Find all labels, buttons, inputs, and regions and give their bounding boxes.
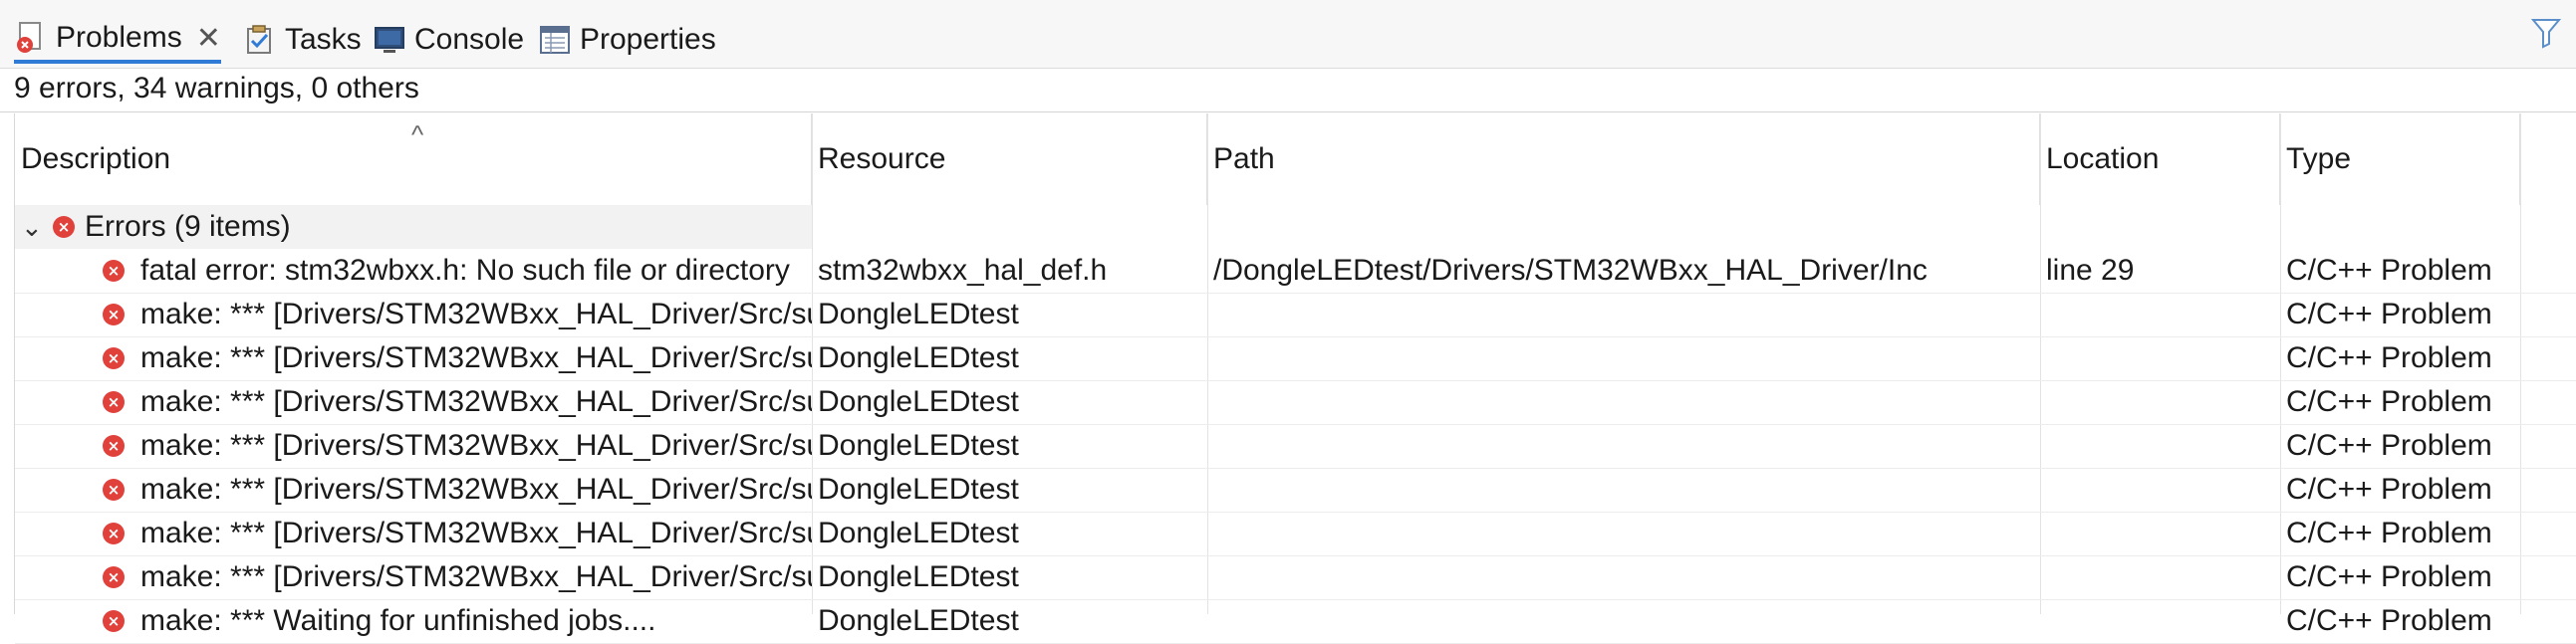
divider xyxy=(0,111,2576,112)
cell-location xyxy=(2040,468,2280,512)
group-row-errors[interactable]: ⌄ × Errors (9 items) xyxy=(15,205,812,249)
tab-label: Properties xyxy=(580,23,716,56)
console-icon xyxy=(373,23,406,57)
error-icon: × xyxy=(103,304,125,325)
error-icon: × xyxy=(103,566,125,588)
cell-resource: DongleLEDtest xyxy=(818,517,1019,549)
cell-type: C/C++ Problem xyxy=(2286,560,2492,593)
cell-type: C/C++ Problem xyxy=(2286,473,2492,506)
cell-description: make: *** [Drivers/STM32WBxx_HAL_Driver/… xyxy=(140,560,812,593)
cell-resource: DongleLEDtest xyxy=(818,385,1019,418)
cell-path xyxy=(1207,293,2040,336)
cell-type: C/C++ Problem xyxy=(2286,385,2492,418)
tab-tasks[interactable]: Tasks xyxy=(243,16,362,64)
cell-path xyxy=(1207,468,2040,512)
cell-path xyxy=(1207,599,2040,643)
table-row[interactable]: × make: *** [Drivers/STM32WBxx_HAL_Driver… xyxy=(15,293,2576,337)
close-icon[interactable]: ✕ xyxy=(196,21,221,56)
cell-resource: DongleLEDtest xyxy=(818,604,1019,637)
tab-label: Console xyxy=(414,23,525,56)
cell-path xyxy=(1207,380,2040,424)
cell-location xyxy=(2040,424,2280,468)
cell-path xyxy=(1207,555,2040,599)
cell-description: make: *** [Drivers/STM32WBxx_HAL_Driver/… xyxy=(140,517,812,549)
cell-path: /DongleLEDtest/Drivers/STM32WBxx_HAL_Dri… xyxy=(1213,254,1928,287)
cell-resource: stm32wbxx_hal_def.h xyxy=(818,254,1108,287)
table-row[interactable]: × make: *** [Drivers/STM32WBxx_HAL_Driver… xyxy=(15,512,2576,556)
error-icon: × xyxy=(103,610,125,632)
table-row[interactable]: × make: *** [Drivers/STM32WBxx_HAL_Driver… xyxy=(15,336,2576,381)
column-header-description[interactable]: Description ^ xyxy=(15,113,812,205)
table-row[interactable]: × make: *** Waiting for unfinished jobs..… xyxy=(15,599,2576,644)
cell-location xyxy=(2040,293,2280,336)
cell-description: make: *** [Drivers/STM32WBxx_HAL_Driver/… xyxy=(140,298,812,330)
sort-ascending-icon: ^ xyxy=(411,119,424,149)
cell-resource: DongleLEDtest xyxy=(818,341,1019,374)
cell-description: make: *** Waiting for unfinished jobs...… xyxy=(140,604,656,637)
error-icon: × xyxy=(103,523,125,544)
cell-resource: DongleLEDtest xyxy=(818,298,1019,330)
cell-type: C/C++ Problem xyxy=(2286,341,2492,374)
filter-icon[interactable] xyxy=(2530,16,2562,50)
table-row[interactable]: × fatal error: stm32wbxx.h: No such file … xyxy=(15,249,2576,294)
cell-path xyxy=(1207,424,2040,468)
table-row[interactable]: × make: *** [Drivers/STM32WBxx_HAL_Driver… xyxy=(15,380,2576,425)
column-header-path[interactable]: Path xyxy=(1207,113,2040,205)
cell-type: C/C++ Problem xyxy=(2286,604,2492,637)
cell-type: C/C++ Problem xyxy=(2286,517,2492,549)
problems-summary: 9 errors, 34 warnings, 0 others xyxy=(14,72,419,105)
table-row[interactable]: × make: *** [Drivers/STM32WBxx_HAL_Driver… xyxy=(15,424,2576,469)
error-icon: × xyxy=(103,479,125,501)
cell-description: make: *** [Drivers/STM32WBxx_HAL_Driver/… xyxy=(140,429,812,462)
cell-path xyxy=(1207,336,2040,380)
error-icon: × xyxy=(53,216,75,238)
cell-type: C/C++ Problem xyxy=(2286,298,2492,330)
cell-location xyxy=(2040,380,2280,424)
cell-description: make: *** [Drivers/STM32WBxx_HAL_Driver/… xyxy=(140,341,812,374)
tab-properties[interactable]: Properties xyxy=(538,16,716,64)
cell-description: fatal error: stm32wbxx.h: No such file o… xyxy=(140,254,790,287)
problems-table: Description ^ Resource Path Location Typ… xyxy=(14,113,2576,644)
cell-type: C/C++ Problem xyxy=(2286,429,2492,462)
cell-location xyxy=(2040,512,2280,555)
cell-path xyxy=(1207,512,2040,555)
cell-location: line 29 xyxy=(2046,254,2135,287)
cell-description: make: *** [Drivers/STM32WBxx_HAL_Driver/… xyxy=(140,473,812,506)
view-tab-bar: Problems ✕ Tasks Console Properties xyxy=(0,0,2576,69)
tasks-icon xyxy=(243,23,277,57)
error-icon: × xyxy=(103,435,125,457)
column-header-location[interactable]: Location xyxy=(2040,113,2280,205)
cell-resource: DongleLEDtest xyxy=(818,560,1019,593)
cell-location xyxy=(2040,336,2280,380)
properties-icon xyxy=(538,23,572,57)
table-header: Description ^ Resource Path Location Typ… xyxy=(15,113,2576,205)
tab-label: Problems xyxy=(56,21,182,54)
column-header-resource[interactable]: Resource xyxy=(812,113,1207,205)
tab-label: Tasks xyxy=(285,23,362,56)
cell-resource: DongleLEDtest xyxy=(818,473,1019,506)
tab-problems[interactable]: Problems ✕ xyxy=(14,16,221,64)
problems-icon xyxy=(14,21,48,55)
table-row[interactable]: × make: *** [Drivers/STM32WBxx_HAL_Driver… xyxy=(15,468,2576,513)
cell-resource: DongleLEDtest xyxy=(818,429,1019,462)
error-icon: × xyxy=(103,391,125,413)
table-row[interactable]: × make: *** [Drivers/STM32WBxx_HAL_Driver… xyxy=(15,555,2576,600)
error-icon: × xyxy=(103,347,125,369)
cell-description: make: *** [Drivers/STM32WBxx_HAL_Driver/… xyxy=(140,385,812,418)
chevron-down-icon[interactable]: ⌄ xyxy=(21,212,43,243)
column-header-type[interactable]: Type xyxy=(2280,113,2520,205)
tab-console[interactable]: Console xyxy=(373,16,524,64)
group-label: Errors (9 items) xyxy=(85,210,291,243)
error-icon: × xyxy=(103,260,125,282)
cell-type: C/C++ Problem xyxy=(2286,254,2492,287)
cell-location xyxy=(2040,555,2280,599)
cell-location xyxy=(2040,599,2280,643)
